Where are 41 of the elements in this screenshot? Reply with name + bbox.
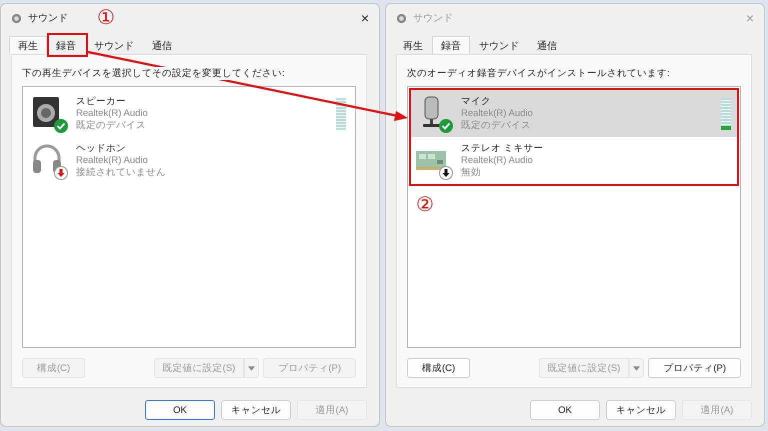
dialog-button[interactable]: キャンセル (606, 400, 676, 420)
device-name: ヘッドホン (76, 142, 127, 154)
device-status: 既定のデバイス (76, 120, 147, 132)
instruction-text: 次のオーディオ録音デバイスがインストールされています: (407, 67, 670, 80)
device-status: 接続されていません (76, 166, 167, 178)
device-driver: Realtek(R) Audio (76, 108, 149, 120)
dialog-button[interactable]: キャンセル (221, 400, 291, 420)
dialog-button[interactable]: OK (530, 400, 600, 420)
tab[interactable]: 録音 (432, 36, 470, 54)
caret-icon (248, 366, 256, 370)
window-title: サウンド (28, 12, 68, 25)
instruction-text: 下の再生デバイスを選択してその設定を変更してください: (22, 67, 285, 80)
close-button[interactable]: × (360, 10, 369, 26)
device-driver: Realtek(R) Audio (76, 154, 149, 166)
tab[interactable]: 再生 (394, 36, 432, 54)
tab[interactable]: サウンド (470, 36, 528, 54)
device-item[interactable]: ステレオ ミキサー Realtek(R) Audio 無効 (411, 137, 737, 184)
tab[interactable]: サウンド (85, 36, 143, 54)
device-name: マイク (461, 96, 492, 108)
device-item[interactable]: ヘッドホン Realtek(R) Audio 接続されていません (26, 137, 352, 184)
device-item[interactable]: マイク Realtek(R) Audio 既定のデバイス (411, 90, 737, 137)
device-name: ステレオ ミキサー (461, 142, 545, 154)
caret-icon (633, 366, 640, 370)
speaker-icon (396, 12, 407, 24)
tab[interactable]: 通信 (143, 36, 181, 54)
device-status: 無効 (461, 166, 482, 178)
device-driver: Realtek(R) Audio (461, 154, 534, 166)
window-title: サウンド (413, 12, 453, 25)
tab[interactable]: 再生 (9, 36, 47, 54)
device-item[interactable]: スピーカー Realtek(R) Audio 既定のデバイス (26, 90, 352, 137)
annotation-number: ② (416, 194, 434, 216)
tab[interactable]: 録音 (47, 36, 85, 54)
dialog-button[interactable]: プロパティ(P) (648, 358, 741, 378)
device-driver: Realtek(R) Audio (461, 108, 534, 120)
dialog-button[interactable]: 構成(C) (407, 358, 470, 378)
speaker-icon (11, 12, 22, 24)
device-name: スピーカー (76, 96, 127, 108)
tab[interactable]: 通信 (528, 36, 566, 54)
annotation-number: ① (97, 7, 115, 29)
device-status: 既定のデバイス (461, 120, 532, 132)
dialog-button[interactable]: OK (145, 400, 215, 420)
